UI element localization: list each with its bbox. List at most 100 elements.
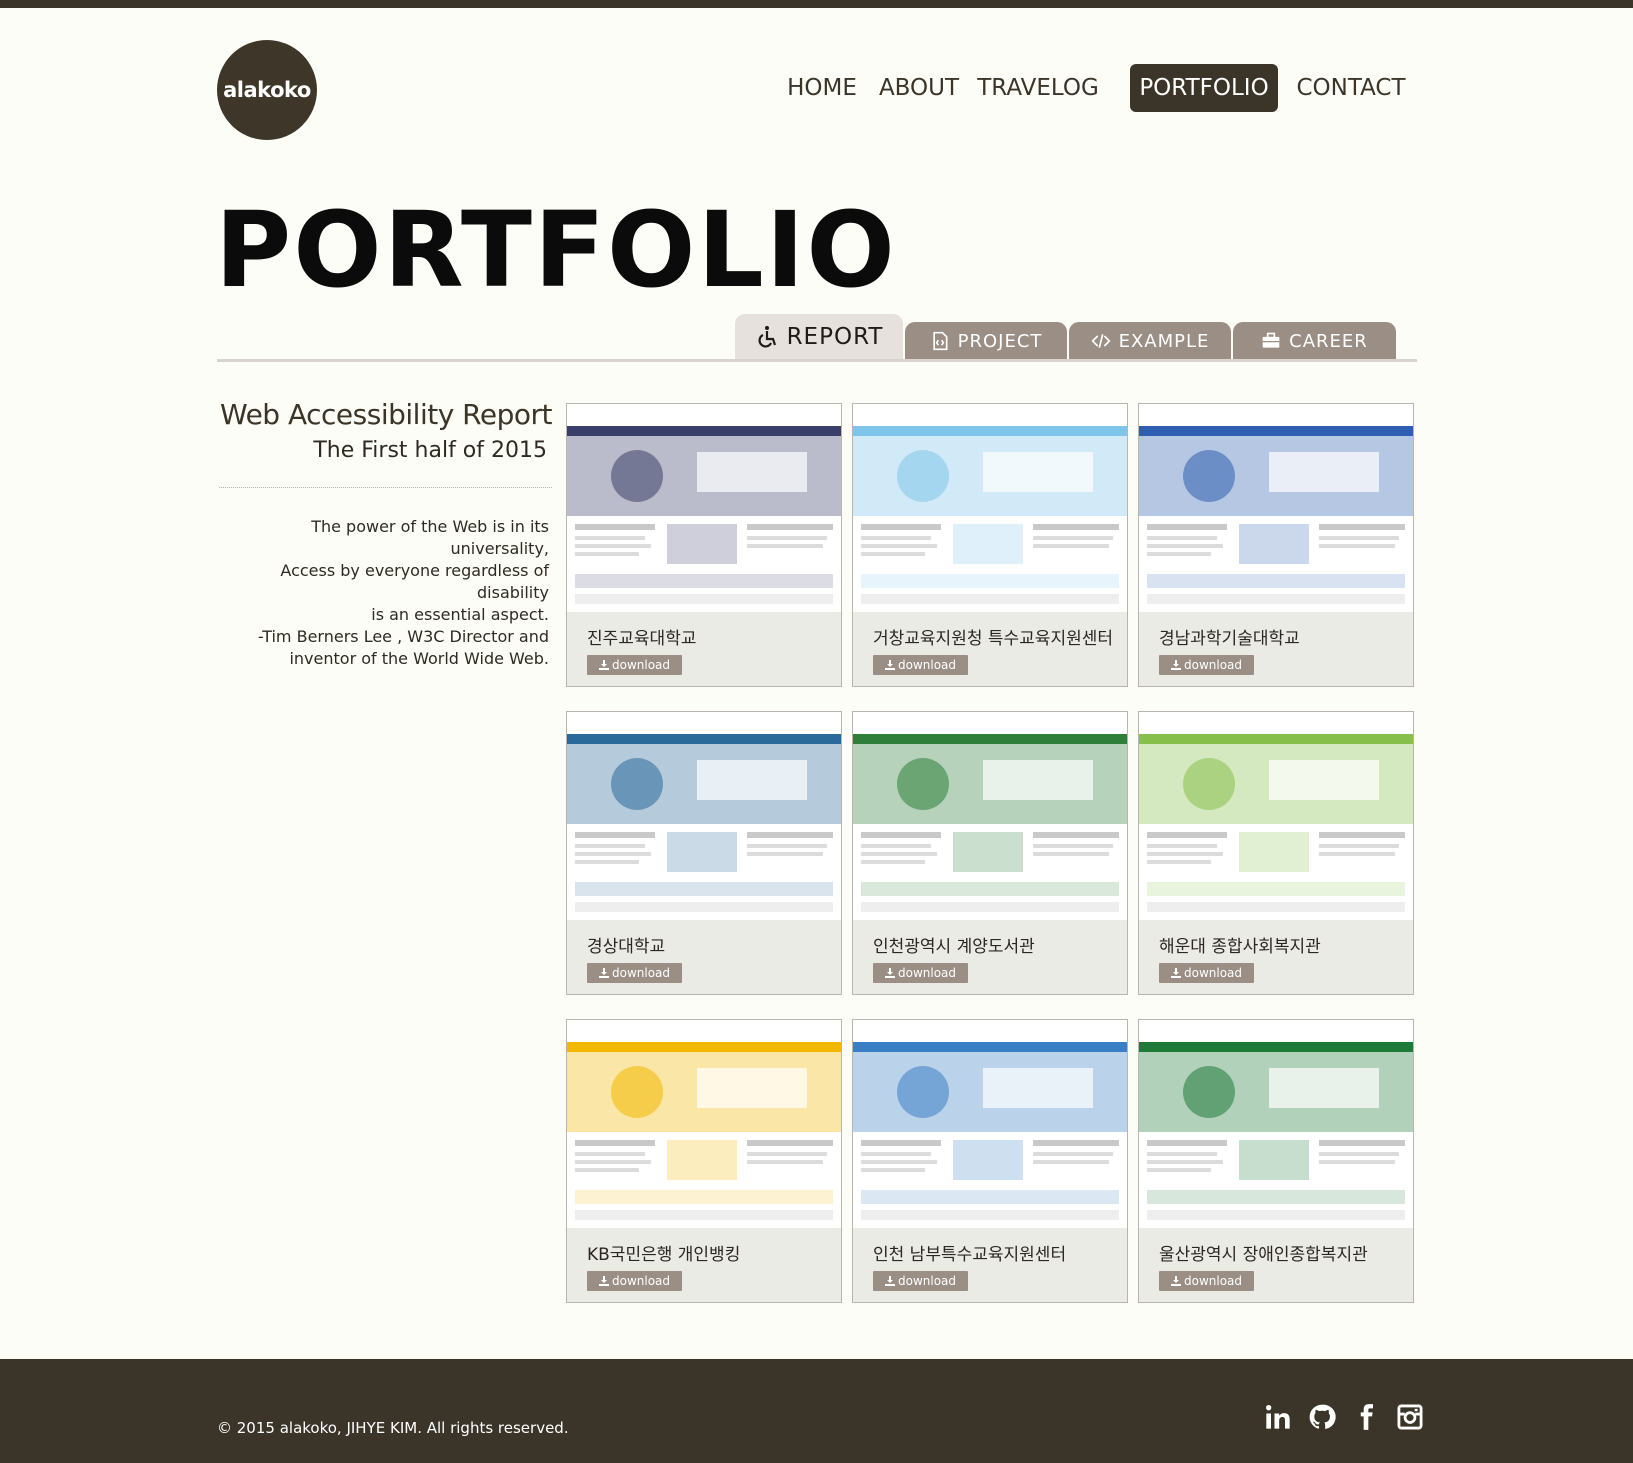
tab-career[interactable]: CAREER	[1233, 322, 1396, 360]
thumbnail-shape	[667, 524, 737, 564]
site-footer: © 2015 alakoko, JIHYE KIM. All rights re…	[0, 1359, 1633, 1463]
thumbnail-shape	[1147, 902, 1405, 912]
site-logo[interactable]: alakoko	[217, 40, 317, 140]
github-icon[interactable]	[1307, 1401, 1337, 1433]
website-screenshot-thumbnail[interactable]	[567, 404, 841, 612]
thumbnail-shape	[747, 832, 833, 838]
nav-about[interactable]: ABOUT	[878, 64, 960, 112]
report-subtitle: The First half of 2015	[313, 438, 547, 463]
thumbnail-shape	[575, 882, 833, 896]
thumbnail-shape	[1319, 536, 1399, 540]
download-button[interactable]: download	[1159, 1271, 1254, 1291]
thumbnail-shape	[1139, 426, 1413, 436]
thumbnail-shape	[1269, 760, 1379, 800]
download-label: download	[611, 966, 671, 980]
download-button[interactable]: download	[587, 1271, 682, 1291]
thumbnail-graphic	[1139, 404, 1413, 604]
website-screenshot-thumbnail[interactable]	[567, 1020, 841, 1228]
thumbnail-shape	[1033, 844, 1113, 848]
thumbnail-shape	[1319, 524, 1405, 530]
thumbnail-shape	[575, 574, 833, 588]
thumbnail-shape	[611, 450, 663, 502]
download-label: download	[1183, 1274, 1243, 1288]
thumbnail-shape	[861, 1190, 1119, 1204]
download-button[interactable]: download	[1159, 963, 1254, 983]
download-label: download	[1183, 658, 1243, 672]
facebook-icon[interactable]	[1351, 1401, 1381, 1433]
thumbnail-shape	[575, 1190, 833, 1204]
website-screenshot-thumbnail[interactable]	[853, 1020, 1127, 1228]
tab-report-label: REPORT	[786, 324, 884, 350]
thumbnail-shape	[1269, 1068, 1379, 1108]
report-title: Web Accessibility Report	[220, 398, 552, 431]
thumbnail-shape	[1147, 882, 1405, 896]
website-screenshot-thumbnail[interactable]	[1139, 712, 1413, 920]
thumbnail-shape	[1147, 1190, 1405, 1204]
nav-travelog[interactable]: TRAVELOG	[977, 64, 1099, 112]
thumbnail-shape	[861, 882, 1119, 896]
thumbnail-shape	[1033, 544, 1109, 548]
download-icon	[884, 968, 895, 978]
thumbnail-shape	[1147, 552, 1211, 556]
tab-project[interactable]: PROJECT	[905, 322, 1067, 360]
thumbnail-shape	[1269, 452, 1379, 492]
thumbnail-shape	[953, 832, 1023, 872]
thumbnail-shape	[697, 452, 807, 492]
tab-report[interactable]: REPORT	[735, 314, 903, 360]
thumbnail-shape	[567, 426, 841, 436]
thumbnail-shape	[953, 524, 1023, 564]
download-button[interactable]: download	[873, 963, 968, 983]
thumbnail-shape	[861, 1152, 931, 1156]
thumbnail-shape	[953, 1140, 1023, 1180]
thumbnail-shape	[567, 404, 841, 426]
website-screenshot-thumbnail[interactable]	[853, 404, 1127, 612]
thumbnail-shape	[747, 536, 827, 540]
card-title: 진주교육대학교	[587, 629, 697, 649]
thumbnail-shape	[897, 450, 949, 502]
tab-example[interactable]: EXAMPLE	[1069, 322, 1231, 360]
thumbnail-shape	[575, 1210, 833, 1220]
nav-portfolio[interactable]: PORTFOLIO	[1130, 64, 1278, 112]
thumbnail-shape	[575, 844, 645, 848]
download-label: download	[897, 1274, 957, 1288]
nav-contact[interactable]: CONTACT	[1293, 64, 1409, 112]
download-button[interactable]: download	[873, 1271, 968, 1291]
thumbnail-shape	[1183, 450, 1235, 502]
thumbnail-shape	[853, 1042, 1127, 1052]
quote: The power of the Web is in its universal…	[217, 516, 552, 670]
instagram-icon[interactable]	[1395, 1401, 1425, 1433]
thumbnail-shape	[861, 852, 937, 856]
website-screenshot-thumbnail[interactable]	[853, 712, 1127, 920]
thumbnail-shape	[1147, 832, 1227, 838]
thumbnail-graphic	[1139, 1020, 1413, 1220]
website-screenshot-thumbnail[interactable]	[1139, 1020, 1413, 1228]
thumbnail-shape	[853, 426, 1127, 436]
thumbnail-shape	[1319, 852, 1395, 856]
download-icon	[598, 660, 609, 670]
download-button[interactable]: download	[587, 655, 682, 675]
download-label: download	[611, 658, 671, 672]
card-title: KB국민은행 개인뱅킹	[587, 1245, 741, 1265]
thumbnail-shape	[1139, 1042, 1413, 1052]
thumbnail-shape	[567, 1042, 841, 1052]
thumbnail-shape	[747, 524, 833, 530]
website-screenshot-thumbnail[interactable]	[567, 712, 841, 920]
download-icon	[884, 1276, 895, 1286]
thumbnail-shape	[1239, 1140, 1309, 1180]
code-file-icon	[932, 331, 948, 351]
thumbnail-shape	[697, 760, 807, 800]
tab-example-label: EXAMPLE	[1118, 330, 1210, 352]
download-button[interactable]: download	[1159, 655, 1254, 675]
thumbnail-shape	[567, 712, 841, 734]
portfolio-card: 진주교육대학교 download	[566, 403, 842, 687]
linkedin-icon[interactable]	[1263, 1401, 1293, 1433]
thumbnail-shape	[861, 1160, 937, 1164]
quote-line: The power of the Web is in its universal…	[311, 517, 549, 558]
thumbnail-shape	[575, 860, 639, 864]
website-screenshot-thumbnail[interactable]	[1139, 404, 1413, 612]
thumbnail-shape	[1319, 1160, 1395, 1164]
download-button[interactable]: download	[587, 963, 682, 983]
thumbnail-graphic	[853, 1020, 1127, 1220]
nav-home[interactable]: HOME	[780, 64, 864, 112]
download-button[interactable]: download	[873, 655, 968, 675]
